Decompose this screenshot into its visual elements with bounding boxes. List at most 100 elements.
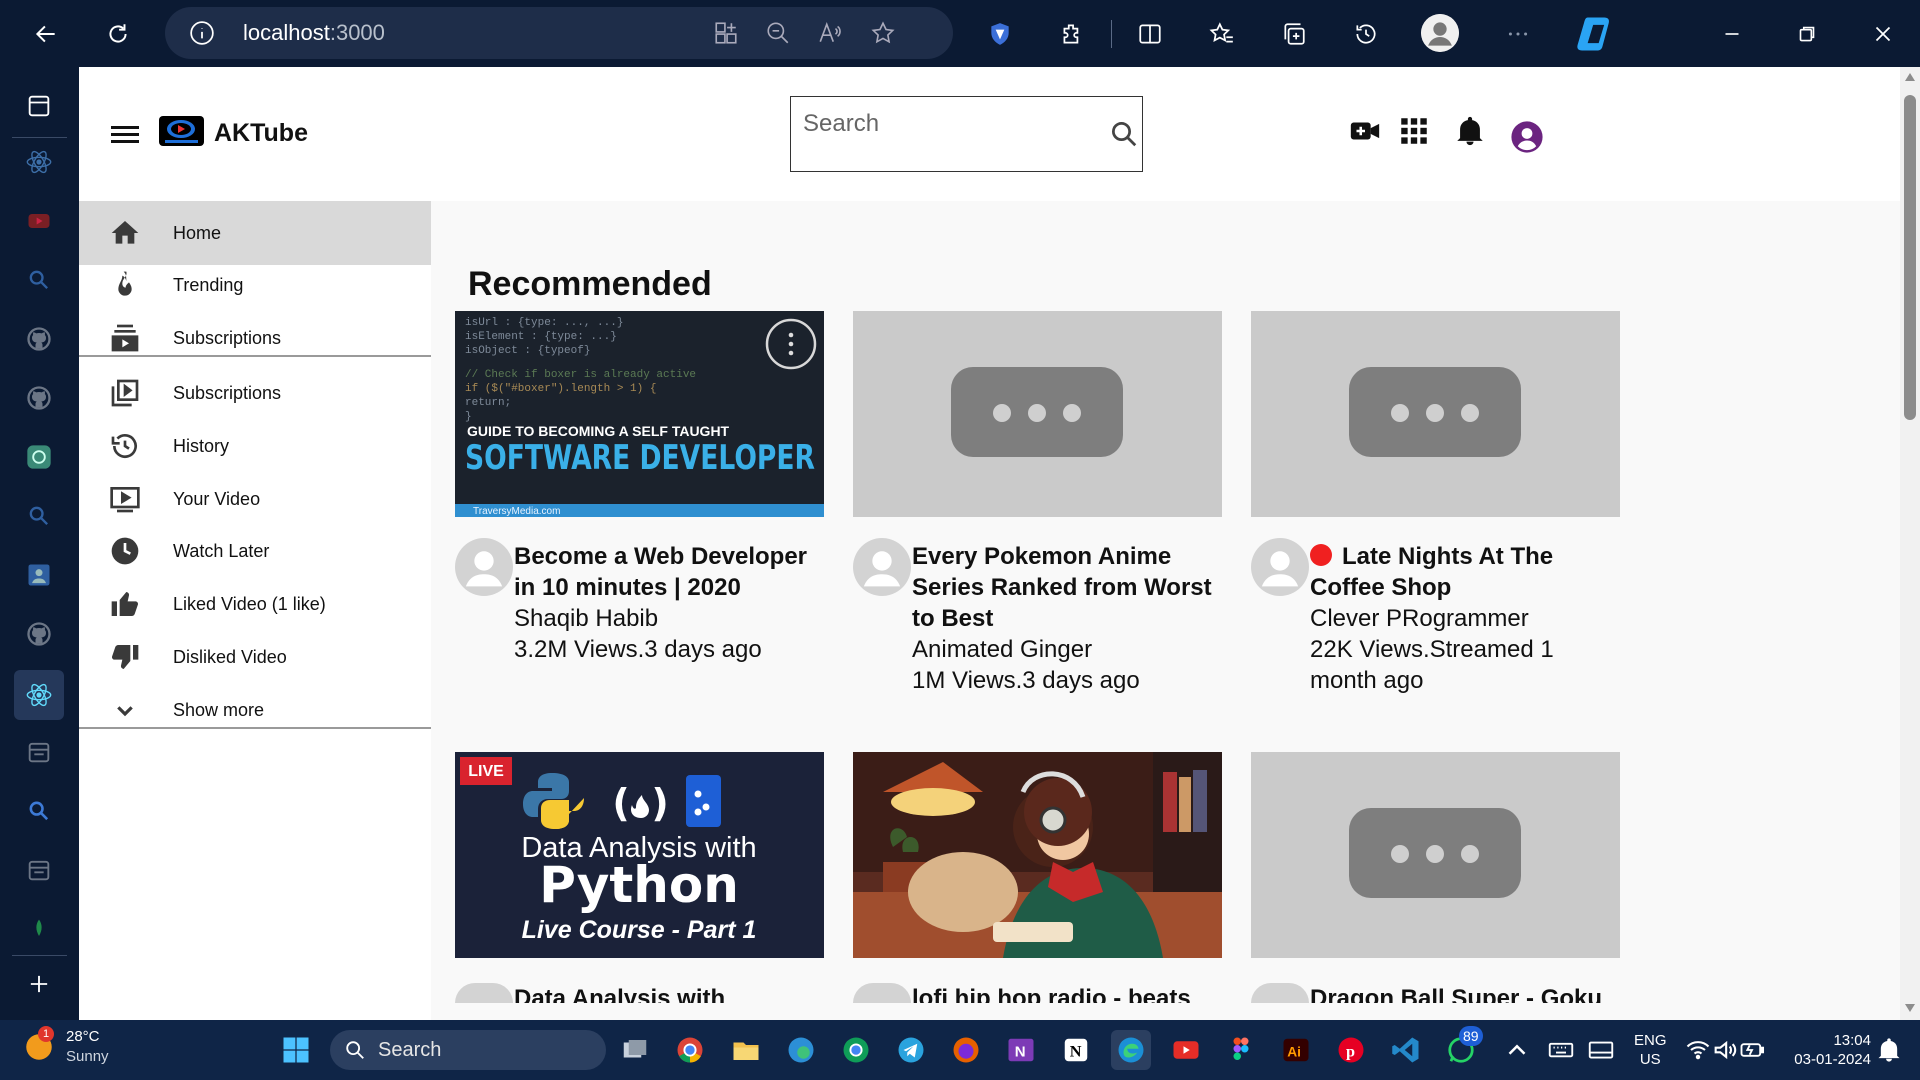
video-title[interactable]: Late Nights At The Coffee Shop (1310, 541, 1615, 603)
channel-avatar[interactable] (1251, 983, 1309, 1003)
collections-icon[interactable] (1274, 14, 1314, 54)
video-title[interactable]: Dragon Ball Super - Goku (1310, 983, 1615, 1003)
scroll-down-arrow-icon[interactable] (1905, 1004, 1915, 1012)
shield-icon[interactable] (980, 14, 1020, 54)
github-tab-icon[interactable] (22, 322, 56, 356)
video-thumbnail-placeholder[interactable] (1251, 752, 1620, 958)
search-tab-icon[interactable] (22, 263, 56, 297)
profile-avatar-icon[interactable] (1421, 14, 1459, 52)
video-card[interactable]: isUrl : {type: ..., ...} isElement : {ty… (455, 311, 824, 663)
read-aloud-icon[interactable] (817, 20, 843, 46)
github-tab-icon-3[interactable] (22, 617, 56, 651)
minimize-icon[interactable] (1712, 14, 1752, 54)
whatsapp-icon[interactable]: 89 (1441, 1026, 1483, 1070)
illustrator-icon[interactable]: Ai (1276, 1030, 1316, 1070)
react-tab-icon[interactable] (22, 145, 56, 179)
tray-chevron-up-icon[interactable] (1502, 1030, 1532, 1070)
onenote-icon[interactable]: N (1001, 1030, 1041, 1070)
leaf-tab-icon[interactable] (22, 912, 56, 946)
calendar-tab-icon[interactable] (22, 735, 56, 769)
history-browser-icon[interactable] (1346, 14, 1386, 54)
close-icon[interactable] (1863, 14, 1903, 54)
channel-avatar[interactable] (455, 538, 513, 596)
search-icon[interactable] (1109, 119, 1139, 149)
channel-name[interactable]: Shaqib Habib (514, 603, 658, 634)
add-tab-icon[interactable] (22, 967, 56, 1001)
video-title[interactable]: Every Pokemon Anime Series Ranked from W… (912, 541, 1217, 634)
keyboard-icon[interactable] (1545, 1030, 1577, 1070)
channel-avatar[interactable] (853, 538, 911, 596)
telegram-icon[interactable] (891, 1030, 931, 1070)
brand-name[interactable]: AKTube (214, 119, 308, 148)
favorite-star-icon[interactable] (870, 20, 896, 46)
youtube-icon[interactable] (1166, 1030, 1206, 1070)
wifi-icon[interactable] (1684, 1030, 1712, 1070)
display-icon[interactable] (1585, 1030, 1617, 1070)
video-title[interactable]: lofi hip hop radio - beats (912, 983, 1217, 1003)
channel-name[interactable]: Clever PRogrammer (1310, 603, 1529, 634)
figma-icon[interactable] (1221, 1030, 1261, 1070)
video-title[interactable]: Data Analysis with (514, 983, 819, 1003)
apps-grid-icon[interactable] (1397, 114, 1431, 148)
taskbar-search[interactable]: Search (330, 1030, 606, 1070)
extensions-icon[interactable] (1052, 14, 1092, 54)
scroll-thumb[interactable] (1904, 95, 1916, 420)
restore-icon[interactable] (1787, 14, 1827, 54)
react-tab-icon-active[interactable] (14, 670, 64, 720)
video-thumbnail-placeholder[interactable] (853, 311, 1222, 517)
tab-actions-icon[interactable] (22, 89, 56, 123)
notification-bell-icon[interactable] (1875, 1030, 1903, 1070)
calendar-tab-icon-2[interactable] (22, 853, 56, 887)
aktube-logo-icon[interactable] (159, 116, 204, 146)
task-view-icon[interactable] (615, 1030, 655, 1070)
edge-icon[interactable] (1111, 1030, 1151, 1070)
video-card[interactable]: lofi hip hop radio - beats (853, 752, 1222, 1020)
pinterest-icon[interactable]: p (1331, 1030, 1371, 1070)
zoom-out-icon[interactable] (765, 20, 791, 46)
scroll-up-arrow-icon[interactable] (1905, 73, 1915, 81)
url-text[interactable]: localhost:3000 (243, 20, 385, 46)
search-input[interactable] (803, 109, 1093, 139)
edge-dev-icon[interactable] (781, 1030, 821, 1070)
copilot-icon[interactable] (1573, 12, 1617, 56)
user-account-icon[interactable] (1510, 120, 1544, 154)
refresh-icon[interactable] (98, 14, 138, 54)
video-card[interactable]: Late Nights At The Coffee Shop Clever PR… (1251, 311, 1620, 694)
app-available-icon[interactable] (713, 20, 739, 46)
github-tab-icon-2[interactable] (22, 381, 56, 415)
profile-tab-icon[interactable] (22, 558, 56, 592)
video-card[interactable]: LIVE ( ) Data Analysis with Python Live … (455, 752, 824, 1020)
back-icon[interactable] (26, 14, 66, 54)
more-options-icon[interactable] (1498, 14, 1538, 54)
info-icon[interactable] (189, 20, 215, 46)
video-thumbnail-placeholder[interactable] (1251, 311, 1620, 517)
channel-avatar[interactable] (455, 983, 513, 1003)
search-tab-icon-3[interactable] (22, 794, 56, 828)
volume-icon[interactable] (1711, 1030, 1739, 1070)
channel-name[interactable]: Animated Ginger (912, 634, 1092, 665)
nav-item-show-more[interactable]: Show more (79, 678, 431, 742)
video-title[interactable]: Become a Web Developer in 10 minutes | 2… (514, 541, 819, 603)
search-tab-icon-2[interactable] (22, 499, 56, 533)
video-thumbnail[interactable]: isUrl : {type: ..., ...} isElement : {ty… (455, 311, 824, 517)
chrome-icon[interactable] (670, 1030, 710, 1070)
clock[interactable]: 13:04 03-01-2024 (1783, 1031, 1871, 1069)
notifications-bell-icon[interactable] (1453, 114, 1487, 148)
favorites-icon[interactable] (1202, 14, 1242, 54)
chrome-icon-2[interactable] (836, 1030, 876, 1070)
video-card[interactable]: Dragon Ball Super - Goku (1251, 752, 1620, 1020)
channel-avatar[interactable] (853, 983, 911, 1003)
split-screen-icon[interactable] (1130, 14, 1170, 54)
vscode-icon[interactable] (1386, 1030, 1426, 1070)
notion-icon[interactable]: N (1056, 1030, 1096, 1070)
language-indicator[interactable]: ENG US (1634, 1031, 1667, 1069)
address-bar[interactable]: localhost:3000 (165, 7, 953, 59)
chatgpt-tab-icon[interactable] (22, 440, 56, 474)
hamburger-menu-icon[interactable] (109, 120, 141, 148)
video-thumbnail[interactable] (853, 752, 1222, 958)
youtube-tab-icon[interactable] (22, 204, 56, 238)
channel-avatar[interactable] (1251, 538, 1309, 596)
battery-icon[interactable] (1738, 1030, 1766, 1070)
windows-start-icon[interactable] (276, 1030, 316, 1070)
firefox-icon[interactable] (946, 1030, 986, 1070)
